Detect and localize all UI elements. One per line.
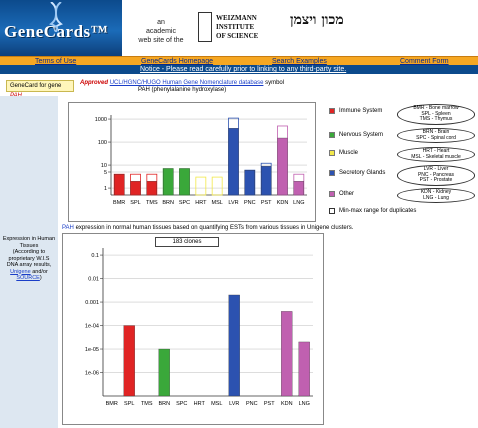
est-chart-y-tick-label: 0.1 <box>91 253 99 259</box>
est-chart-x-tick-label: PST <box>264 401 275 407</box>
dna-chart-x-tick-label: LNG <box>293 200 304 206</box>
est-chart: 0.1 0.01 0.001 1e-04 1e-05 1e-06 BMR SPL TMS BRN S… <box>62 233 324 425</box>
muscle-swatch <box>329 150 335 156</box>
dna-chart-x-tick-label: BMR <box>113 200 125 206</box>
est-chart-x-tick-label: BMR <box>106 401 118 407</box>
dna-chart-bar <box>293 180 304 196</box>
est-chart-x-tick-label: LNG <box>299 401 310 407</box>
dna-chart-x-tick-label: BRN <box>162 200 174 206</box>
est-chart-bar <box>123 325 135 397</box>
dna-chart-y-tick-label: 100 <box>98 140 107 146</box>
est-chart-x-tick-label: MSL <box>211 401 222 407</box>
nav-bar: Terms of Use GeneCards Homepage Search E… <box>0 56 478 65</box>
est-chart-x-tick-label: SPC <box>176 401 187 407</box>
clones-count: 183 clones <box>155 237 219 247</box>
est-chart-y-tick-label: 1e-06 <box>85 371 99 377</box>
gene-name: PAH (phenylalanine hydroxylase) <box>138 87 227 93</box>
dna-chart-bar <box>277 137 288 196</box>
dna-chart-minmax-bar <box>195 176 207 196</box>
hgnc-link[interactable]: UCL/HGNC/HUGO Human Gene Nomenclature da… <box>110 80 264 86</box>
est-chart-x-tick-label: TMS <box>141 401 153 407</box>
est-chart-bar <box>158 348 170 397</box>
tissue-legend: Immune System BMR - Bone marrow SPL - Spl… <box>323 103 475 218</box>
dna-chart-y-tick-label: 1000 <box>95 117 107 123</box>
est-chart-x-tick-label: HRT <box>194 401 206 407</box>
nervous-tissues-ellipse: BRN - Brain SPC - Spinal cord <box>397 128 475 143</box>
page-header: GeneCards™ an academic web site of the WEI… <box>0 0 478 56</box>
dna-chart-x-tick-label: SPC <box>179 200 190 206</box>
est-chart-bar <box>281 311 293 397</box>
est-chart-y-tick-label: 0.01 <box>88 277 99 283</box>
notice-link[interactable]: Notice - Please read carefully prior to … <box>140 65 346 74</box>
est-chart-svg: 0.1 0.01 0.001 1e-04 1e-05 1e-06 BMR SPL TMS BRN S… <box>85 248 313 407</box>
dna-chart-bar <box>228 128 239 196</box>
gene-box: GeneCard for gene PAH <box>6 80 74 99</box>
dna-chart-y-tick-label: 1 <box>104 186 107 192</box>
other-tissues-ellipse: KDN - Kidney LNG - Lung <box>397 188 475 203</box>
secretory-swatch <box>329 170 335 176</box>
genecards-logo[interactable]: GeneCards™ <box>0 0 122 56</box>
dna-chart-bar <box>114 174 125 196</box>
dna-chart-bar <box>146 180 157 196</box>
est-chart-x-tick-label: BRN <box>158 401 170 407</box>
dna-chart-x-tick-label: TMS <box>146 200 158 206</box>
other-swatch <box>329 191 335 197</box>
dna-chart-minmax-bar <box>211 176 223 196</box>
hebrew-title: מכון ויצמן <box>290 12 344 28</box>
secretory-tissues-ellipse: LVR - Liver PNC - Pancreas PST - Prostate <box>397 165 475 186</box>
dna-chart-x-tick-label: PNC <box>244 200 256 206</box>
immune-tissues-ellipse: BMR - Bone marrow SPL - Spleen TMS - Thymu… <box>397 104 475 125</box>
nervous-swatch <box>329 132 335 138</box>
dna-chart-x-tick-label: SPL <box>130 200 140 206</box>
dna-chart-x-tick-label: KDN <box>277 200 289 206</box>
dna-chart-bar <box>179 168 190 196</box>
est-chart-y-tick-label: 1e-05 <box>85 347 99 353</box>
est-chart-bar <box>298 341 310 397</box>
est-chart-y-tick-label: 1e-04 <box>85 324 99 330</box>
immune-swatch <box>329 108 335 114</box>
logo-text: GeneCards™ <box>4 22 109 41</box>
unigene-link[interactable]: Unigene <box>10 269 31 275</box>
dna-chart-x-tick-label: MSL <box>212 200 223 206</box>
dna-chart-x-tick-label: LVR <box>228 200 238 206</box>
source-link[interactable]: SOURCE <box>16 275 40 281</box>
dna-chart-y-tick-label: 5 <box>104 170 107 176</box>
dna-array-chart-svg: 1 510 100 1000 BMR SPL TMS BRN SPC HRT MSL LVR PNC PS… <box>95 115 307 206</box>
dna-chart-x-tick-label: PST <box>261 200 272 206</box>
approved-symbol: Approved UCL/HGNC/HUGO Human Gene Nomenc… <box>80 80 285 86</box>
dna-chart-x-tick-label: HRT <box>195 200 207 206</box>
est-chart-x-tick-label: SPL <box>124 401 134 407</box>
weizmann-logo[interactable]: WEIZMANN INSTITUTE OF SCIENCE <box>198 10 286 44</box>
dna-chart-bar <box>163 168 174 196</box>
est-chart-x-tick-label: LVR <box>229 401 239 407</box>
est-chart-bar <box>228 294 240 397</box>
est-chart-x-tick-label: KDN <box>281 401 293 407</box>
dna-chart-bar <box>244 170 255 196</box>
est-chart-y-tick-label: 0.001 <box>85 300 99 306</box>
academic-text: an academic web site of the <box>138 19 184 44</box>
muscle-tissues-ellipse: HRT - Heart MSL - Skeletal muscle <box>397 147 475 162</box>
weizmann-emblem-icon <box>198 12 212 42</box>
dna-chart-bar <box>130 180 141 196</box>
notice-bar: Notice - Please read carefully prior to … <box>0 65 478 74</box>
dna-array-chart: 1 5 10 100 1000 BMR SPL TMS BRN SPC HRT MSL LVR PNC PS… <box>68 102 316 222</box>
dna-chart-bar <box>261 165 272 196</box>
chart-caption: PAH expression in normal human tissues b… <box>62 225 354 231</box>
est-chart-x-tick-label: PNC <box>246 401 258 407</box>
expression-label: Expression in Human Tissues (According t… <box>2 236 56 281</box>
minmax-swatch <box>329 208 335 214</box>
dna-chart-y-tick-label: 10 <box>101 163 107 169</box>
